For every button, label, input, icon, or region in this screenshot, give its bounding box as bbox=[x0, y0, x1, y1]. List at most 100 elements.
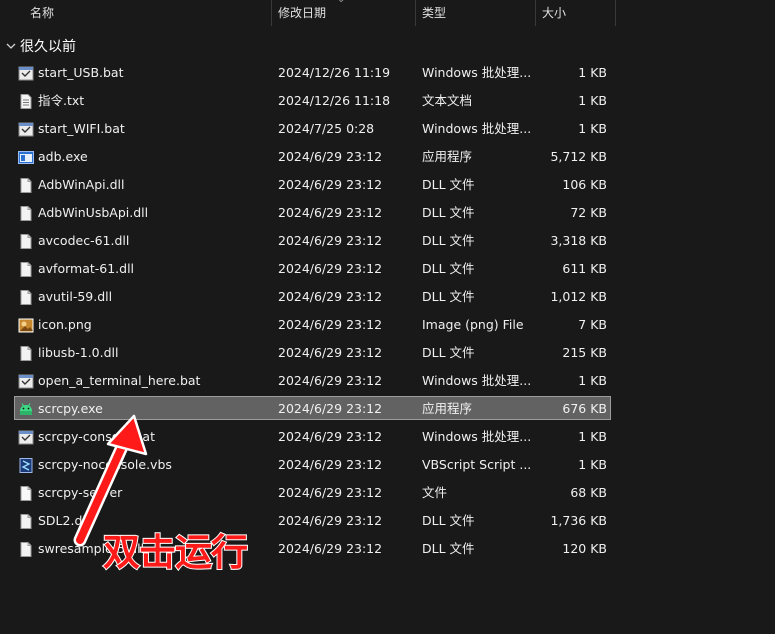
file-size: 1 KB bbox=[578, 429, 607, 444]
file-date: 2024/12/26 11:19 bbox=[278, 65, 391, 80]
file-date: 2024/6/29 23:12 bbox=[278, 401, 383, 416]
file-size: 215 KB bbox=[562, 345, 607, 360]
file-row[interactable]: start_USB.bat 2024/12/26 11:19 Windows 批处理… bbox=[0, 59, 775, 87]
file-type: Windows 批处理... bbox=[422, 121, 532, 136]
file-type: 文本文档 bbox=[422, 93, 473, 108]
file-size: 1,736 KB bbox=[550, 513, 607, 528]
file-type: DLL 文件 bbox=[422, 289, 475, 304]
column-date-label: 修改日期 bbox=[278, 6, 327, 20]
group-header[interactable]: 很久以前 bbox=[6, 35, 76, 57]
file-size: 106 KB bbox=[562, 177, 607, 192]
file-row[interactable]: adb.exe 2024/6/29 23:12 应用程序 5,712 KB bbox=[0, 143, 775, 171]
annotation-label: 双击运行 bbox=[102, 530, 249, 575]
file-size: 72 KB bbox=[570, 205, 607, 220]
file-size: 5,712 KB bbox=[550, 149, 607, 164]
file-row[interactable]: icon.png 2024/6/29 23:12 Image (png) File 7… bbox=[0, 311, 775, 339]
dll-file-icon bbox=[18, 514, 34, 529]
file-date: 2024/6/29 23:12 bbox=[278, 485, 383, 500]
file-name: libusb-1.0.dll bbox=[38, 345, 119, 360]
file-type: 应用程序 bbox=[422, 149, 473, 164]
image-file-icon bbox=[18, 318, 34, 333]
file-row[interactable]: avcodec-61.dll 2024/6/29 23:12 DLL 文件 3,318… bbox=[0, 227, 775, 255]
column-size-label: 大小 bbox=[542, 6, 567, 20]
file-name: AdbWinApi.dll bbox=[38, 177, 125, 192]
batch-file-icon bbox=[18, 430, 34, 445]
file-type: DLL 文件 bbox=[422, 261, 475, 276]
file-size: 676 KB bbox=[562, 401, 607, 416]
file-type: 应用程序 bbox=[422, 401, 473, 416]
file-date: 2024/6/29 23:12 bbox=[278, 345, 383, 360]
file-row[interactable]: AdbWinApi.dll 2024/6/29 23:12 DLL 文件 106 KB bbox=[0, 171, 775, 199]
column-type-header[interactable]: 类型 bbox=[416, 0, 534, 26]
file-size: 1,012 KB bbox=[550, 289, 607, 304]
file-date: 2024/6/29 23:12 bbox=[278, 233, 383, 248]
file-type: Image (png) File bbox=[422, 317, 524, 332]
application-icon bbox=[18, 150, 34, 165]
file-size: 1 KB bbox=[578, 121, 607, 136]
file-size: 1 KB bbox=[578, 373, 607, 388]
file-name: adb.exe bbox=[38, 149, 88, 164]
column-type-label: 类型 bbox=[422, 6, 447, 20]
dll-file-icon bbox=[18, 234, 34, 249]
file-date: 2024/6/29 23:12 bbox=[278, 289, 383, 304]
file-name: avutil-59.dll bbox=[38, 289, 113, 304]
file-type: DLL 文件 bbox=[422, 177, 475, 192]
file-type: DLL 文件 bbox=[422, 541, 475, 556]
file-row[interactable]: start_WIFI.bat 2024/7/25 0:28 Windows 批处理.… bbox=[0, 115, 775, 143]
dll-file-icon bbox=[18, 542, 34, 557]
file-name: avcodec-61.dll bbox=[38, 233, 130, 248]
file-explorer-list: 名称 ⌄ 修改日期 类型 大小 很久以前 start_USB.bat 2024/1… bbox=[0, 0, 775, 634]
dll-file-icon bbox=[18, 262, 34, 277]
batch-file-icon bbox=[18, 374, 34, 389]
file-name: open_a_terminal_here.bat bbox=[38, 373, 201, 388]
file-row[interactable]: avformat-61.dll 2024/6/29 23:12 DLL 文件 611 … bbox=[0, 255, 775, 283]
file-date: 2024/7/25 0:28 bbox=[278, 121, 375, 136]
file-name: icon.png bbox=[38, 317, 92, 332]
file-row[interactable]: AdbWinUsbApi.dll 2024/6/29 23:12 DLL 文件 72 … bbox=[0, 199, 775, 227]
file-size: 120 KB bbox=[562, 541, 607, 556]
file-size: 1 KB bbox=[578, 65, 607, 80]
file-size: 7 KB bbox=[578, 317, 607, 332]
file-date: 2024/6/29 23:12 bbox=[278, 429, 383, 444]
file-date: 2024/6/29 23:12 bbox=[278, 373, 383, 388]
dll-file-icon bbox=[18, 206, 34, 221]
file-date: 2024/6/29 23:12 bbox=[278, 205, 383, 220]
dll-file-icon bbox=[18, 290, 34, 305]
file-date: 2024/6/29 23:12 bbox=[278, 457, 383, 472]
file-row[interactable]: avutil-59.dll 2024/6/29 23:12 DLL 文件 1,012 … bbox=[0, 283, 775, 311]
file-type: DLL 文件 bbox=[422, 345, 475, 360]
file-type: Windows 批处理... bbox=[422, 429, 532, 444]
file-type: DLL 文件 bbox=[422, 513, 475, 528]
file-size: 3,318 KB bbox=[550, 233, 607, 248]
column-size-header[interactable]: 大小 bbox=[536, 0, 614, 26]
android-app-icon bbox=[18, 402, 34, 417]
file-date: 2024/6/29 23:12 bbox=[278, 149, 383, 164]
file-type: 文件 bbox=[422, 485, 448, 500]
file-type: Windows 批处理... bbox=[422, 65, 532, 80]
file-date: 2024/12/26 11:18 bbox=[278, 93, 391, 108]
file-date: 2024/6/29 23:12 bbox=[278, 541, 383, 556]
file-name: AdbWinUsbApi.dll bbox=[38, 205, 149, 220]
file-row[interactable]: open_a_terminal_here.bat 2024/6/29 23:12 W… bbox=[0, 367, 775, 395]
file-date: 2024/6/29 23:12 bbox=[278, 177, 383, 192]
dll-file-icon bbox=[18, 346, 34, 361]
file-row[interactable]: 指令.txt 2024/12/26 11:18 文本文档 1 KB bbox=[0, 87, 775, 115]
column-date-header[interactable]: 修改日期 bbox=[272, 0, 414, 26]
file-row[interactable]: libusb-1.0.dll 2024/6/29 23:12 DLL 文件 215 K… bbox=[0, 339, 775, 367]
file-date: 2024/6/29 23:12 bbox=[278, 513, 383, 528]
file-size: 611 KB bbox=[562, 261, 607, 276]
column-name-header[interactable]: 名称 bbox=[24, 0, 270, 26]
batch-file-icon bbox=[18, 122, 34, 137]
column-resize-handle[interactable] bbox=[615, 0, 616, 26]
column-header: 名称 ⌄ 修改日期 类型 大小 bbox=[0, 0, 775, 28]
group-label: 很久以前 bbox=[20, 39, 76, 55]
chevron-down-icon bbox=[6, 40, 20, 53]
file-size: 1 KB bbox=[578, 93, 607, 108]
file-type: VBScript Script ... bbox=[422, 457, 532, 472]
file-name: start_WIFI.bat bbox=[38, 121, 125, 136]
file-date: 2024/6/29 23:12 bbox=[278, 317, 383, 332]
file-name: avformat-61.dll bbox=[38, 261, 135, 276]
file-size: 68 KB bbox=[570, 485, 607, 500]
file-size: 1 KB bbox=[578, 457, 607, 472]
blank-file-icon bbox=[18, 486, 34, 501]
